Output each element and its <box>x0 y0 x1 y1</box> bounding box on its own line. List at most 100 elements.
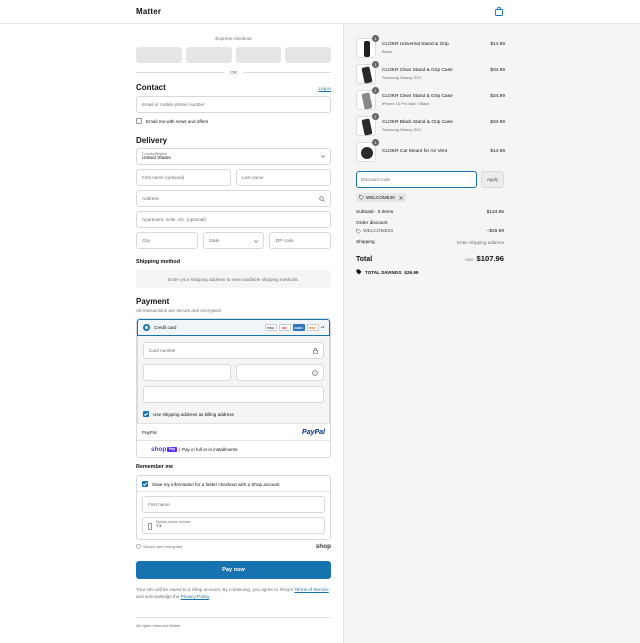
discount-code-label: WELCOME20 <box>363 229 394 234</box>
subtotal-label: Subtotal · 5 items <box>356 210 394 215</box>
delivery-heading: Delivery <box>136 136 168 145</box>
total-label: Total <box>356 256 373 263</box>
last-name-field[interactable]: Last name <box>236 169 331 186</box>
remember-first-name-field[interactable]: First name <box>142 496 325 513</box>
legal-text: Your info will be saved to a Shop accoun… <box>136 587 329 599</box>
product-name: CLOKR Universal Stand & Grip <box>382 42 449 47</box>
chevron-down-icon <box>254 240 259 243</box>
express-buttons <box>136 47 331 63</box>
product-name: CLOKR Car Mount for Air Vent <box>382 149 448 154</box>
payment-subtitle: All transactions are secure and encrypte… <box>136 308 222 313</box>
zip-field[interactable]: ZIP code <box>269 232 332 249</box>
product-price: $34.99 <box>490 120 505 125</box>
privacy-link[interactable]: Privacy Policy <box>181 594 209 599</box>
paypal-logo: PayPal <box>302 428 325 436</box>
country-select[interactable]: Country/Region United States <box>136 148 331 165</box>
paypal-option[interactable]: PayPal PayPal <box>137 423 330 440</box>
top-header: Matter <box>0 0 640 24</box>
terms-link[interactable]: Terms of Service <box>294 587 328 592</box>
product-variant: Samsung Galaxy S23 <box>382 127 421 132</box>
svg-text:?: ? <box>314 371 316 375</box>
more-cards-label: +4 <box>320 325 324 329</box>
city-field[interactable]: City <box>136 232 198 249</box>
help-icon[interactable]: ? <box>312 370 318 376</box>
save-info-label: Save my information for a faster checkou… <box>152 481 280 487</box>
store-logo[interactable]: Matter <box>136 7 161 16</box>
card-number-field[interactable]: Card number <box>143 342 324 359</box>
subtotal-row: Subtotal · 5 items $134.95 <box>356 210 504 215</box>
discount-tag: WELCOME20 <box>356 193 406 202</box>
news-checkbox[interactable] <box>136 118 142 124</box>
savings-label: TOTAL SAVINGS <box>365 269 402 275</box>
cart-item: 1 CLOKR Universal Stand & Grip Black $14… <box>356 35 505 60</box>
cart-item: 1 CLOKR Car Mount for Air Vent $14.99 <box>356 139 505 164</box>
express-checkout-title: Express checkout <box>215 36 252 41</box>
mobile-phone-field[interactable]: Mobile phone number +1 <box>142 517 325 534</box>
close-icon[interactable] <box>399 195 403 200</box>
discount-code-input[interactable]: Discount code <box>356 171 477 188</box>
search-icon <box>319 196 325 202</box>
express-button-1[interactable] <box>136 47 182 63</box>
order-discount-label: Order discount <box>356 221 388 226</box>
product-variant: Black <box>382 49 392 54</box>
billing-checkbox[interactable] <box>143 411 149 417</box>
shopping-bag-icon[interactable] <box>495 7 503 16</box>
quantity-badge: 1 <box>372 61 379 68</box>
shipping-row: Shipping Enter shipping address <box>356 240 504 245</box>
product-name: CLOKR Clear Stand & Grip Case <box>382 94 453 99</box>
address-field[interactable]: Address <box>136 190 331 207</box>
total-value: $107.96 <box>476 254 504 263</box>
chevron-down-icon <box>321 155 325 158</box>
remember-heading: Remember me <box>136 464 174 470</box>
payment-heading: Payment <box>136 297 170 306</box>
or-divider: OR <box>136 70 332 75</box>
save-info-checkbox[interactable] <box>142 481 148 487</box>
shipping-method-heading: Shipping method <box>136 259 181 265</box>
news-label: Email me with news and offers <box>146 118 209 124</box>
cart-item: 1 CLOKR Black Stand & Grip Case Samsung … <box>356 113 505 138</box>
product-price: $14.99 <box>490 42 505 47</box>
secure-label: Secure and encrypted <box>143 544 183 549</box>
apply-button[interactable]: Apply <box>481 171 504 188</box>
product-price: $34.99 <box>490 68 505 73</box>
state-select[interactable]: State <box>202 232 265 249</box>
shipping-label: Shipping <box>356 240 375 245</box>
quantity-badge: 1 <box>372 87 379 94</box>
express-button-2[interactable] <box>185 47 232 63</box>
express-button-4[interactable] <box>285 47 331 63</box>
billing-label: Use shipping address as billing address <box>153 411 234 417</box>
tag-icon <box>356 229 361 234</box>
cart-item: 1 CLOKR Clear Stand & Grip Case Samsung … <box>356 61 505 86</box>
checkout-form: Express checkout OR Contact Log in Email… <box>136 24 332 628</box>
card-form: Card number ? Use shipping address as bi… <box>137 336 330 423</box>
quantity-badge: 1 <box>372 35 379 42</box>
contact-heading: Contact <box>136 83 166 92</box>
quantity-badge: 1 <box>372 139 379 146</box>
express-button-3[interactable] <box>235 47 282 63</box>
security-code-field[interactable]: ? <box>236 364 324 381</box>
apartment-field[interactable]: Apartment, suite, etc. (optional) <box>136 211 331 228</box>
shoppay-option[interactable]: shop Pay | Pay in full or in installment… <box>137 440 330 457</box>
pay-now-button[interactable]: Pay now <box>136 561 331 579</box>
credit-card-radio[interactable] <box>143 324 150 331</box>
cart-item: 1 CLOKR Clear Stand & Grip Case iPhone 1… <box>356 87 505 112</box>
name-on-card-field[interactable] <box>143 386 324 403</box>
email-field[interactable]: Email or mobile phone number <box>136 96 331 113</box>
shipping-value: Enter shipping address <box>457 240 504 245</box>
subtotal-value: $134.95 <box>486 210 504 215</box>
mastercard-icon: MC <box>278 324 291 331</box>
total-row: Total USD $107.96 <box>356 254 504 263</box>
product-name: CLOKR Black Stand & Grip Case <box>382 120 453 125</box>
shoppay-text: Pay in full or in installments <box>181 446 238 452</box>
login-link[interactable]: Log in <box>318 86 331 91</box>
shoppay-logo: shop <box>151 445 167 453</box>
product-price: $14.99 <box>490 149 505 154</box>
product-variant: iPhone 15 Pro Max / Black <box>382 101 430 106</box>
discount-code-row: WELCOME20 −$26.99 <box>356 229 504 234</box>
payment-options: Credit card VISA MC AMEX DISC +4 Card nu… <box>136 318 331 458</box>
credit-card-option[interactable]: Credit card VISA MC AMEX DISC +4 <box>137 319 330 336</box>
first-name-field[interactable]: First name (optional) <box>136 169 231 186</box>
shoppay-badge: Pay <box>167 446 177 452</box>
lock-icon <box>313 348 318 354</box>
expiration-field[interactable] <box>143 364 231 381</box>
